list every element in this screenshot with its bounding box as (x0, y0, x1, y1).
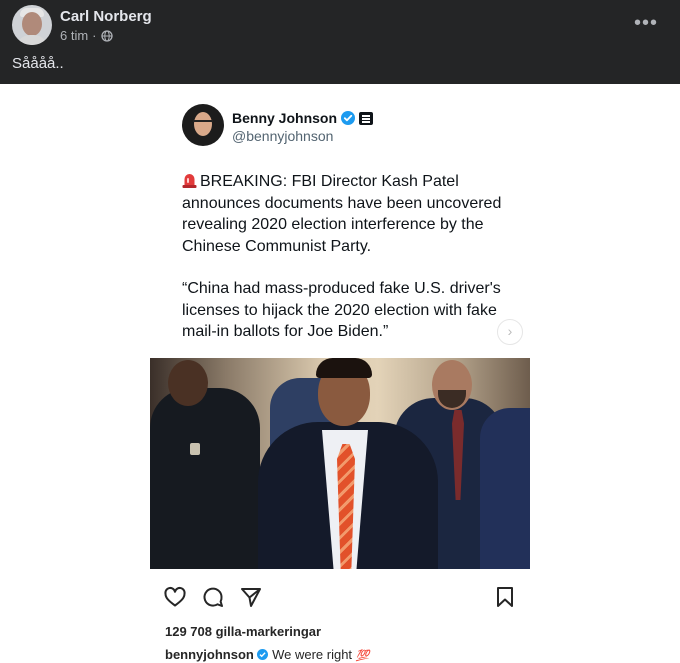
more-horizontal-icon[interactable]: ••• (634, 12, 658, 35)
share-icon[interactable] (239, 585, 265, 611)
tweet-paragraph-1: BREAKING: FBI Director Kash Patel announ… (182, 171, 522, 257)
like-count[interactable]: 129 708 gilla-markeringar (165, 624, 321, 639)
tweet-avatar[interactable] (182, 104, 224, 146)
author-avatar[interactable] (12, 5, 52, 45)
siren-icon (182, 172, 197, 188)
tweet-author: Benny Johnson (232, 110, 374, 126)
tweet-paragraph-2: “China had mass-produced fake U.S. drive… (182, 280, 501, 340)
heart-icon[interactable] (163, 585, 189, 611)
bookmark-icon[interactable] (493, 585, 519, 611)
author-name[interactable]: Carl Norberg (60, 8, 152, 25)
meta-separator: · (92, 28, 97, 43)
caption-verified-icon (257, 648, 269, 660)
comment-icon[interactable] (201, 585, 227, 611)
post-header: Carl Norberg 6 tim · ••• Såååå.. (0, 0, 680, 84)
post-text: Såååå.. (12, 55, 64, 72)
tweet-handle: @bennyjohnson (232, 128, 334, 144)
hundred-points-icon: 💯 (355, 650, 370, 662)
post-photo (150, 358, 530, 569)
caption-username[interactable]: bennyjohnson (165, 647, 254, 662)
caption-text: We were right (272, 647, 353, 662)
post-meta: 6 tim · (60, 28, 113, 43)
affiliate-badge-icon (359, 111, 374, 125)
tweet-body: BREAKING: FBI Director Kash Patel announ… (182, 171, 522, 343)
post-timestamp[interactable]: 6 tim (60, 28, 88, 43)
tweet-author-name[interactable]: Benny Johnson (232, 110, 337, 126)
chevron-right-icon[interactable]: › (497, 319, 523, 345)
globe-icon (100, 29, 113, 42)
tweet-text-1: BREAKING: FBI Director Kash Patel announ… (182, 173, 502, 255)
action-bar (163, 585, 523, 611)
caption: bennyjohnson We were right 💯 (165, 647, 369, 662)
verified-badge-icon (341, 111, 356, 125)
